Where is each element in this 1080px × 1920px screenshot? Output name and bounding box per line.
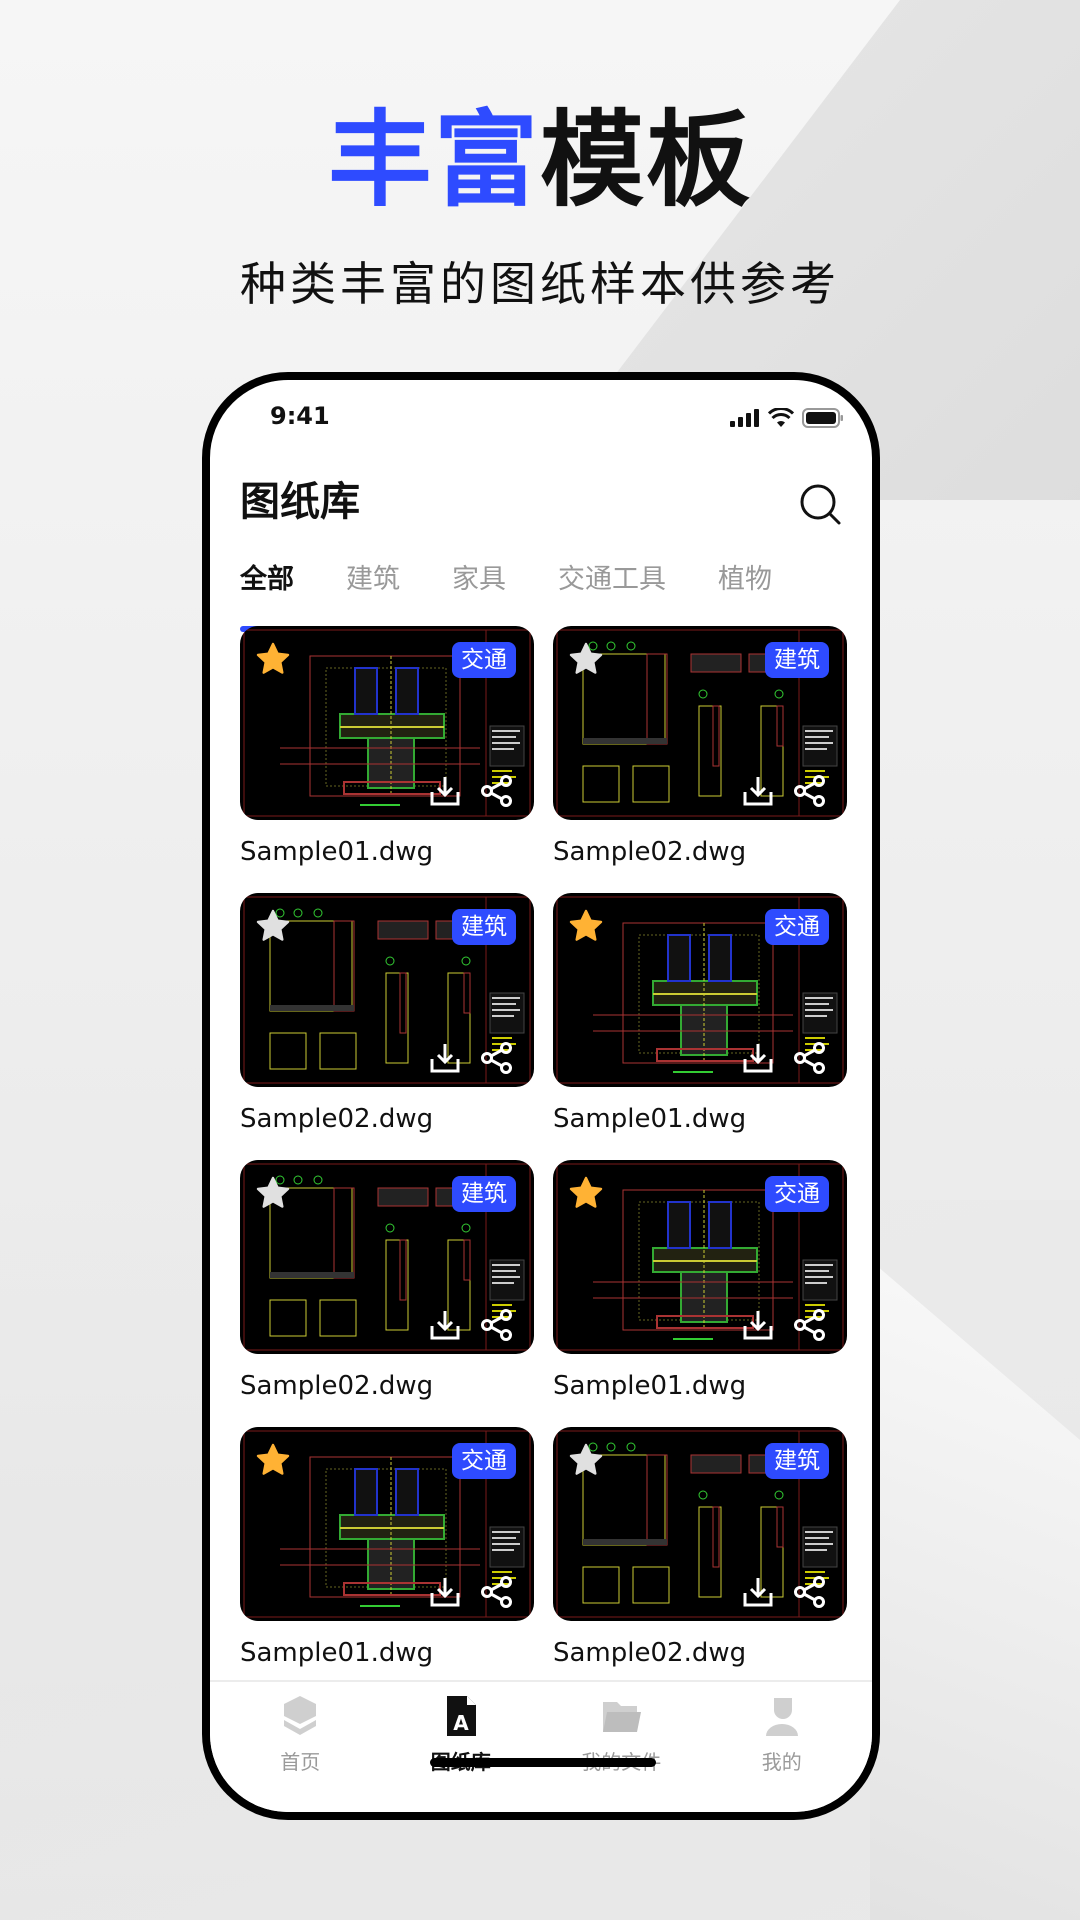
file-name: Sample01.dwg <box>240 837 434 867</box>
layers-icon <box>284 1696 317 1735</box>
tab-1[interactable]: 建筑 <box>346 560 400 620</box>
file-name: Sample02.dwg <box>240 1104 434 1134</box>
file-name: Sample01.dwg <box>240 1638 434 1668</box>
star-outline-icon[interactable] <box>254 907 292 945</box>
share-icon[interactable] <box>793 774 827 808</box>
cellular-signal-icon <box>730 409 759 427</box>
drawing-thumbnail[interactable]: 建筑 <box>240 893 534 1087</box>
share-icon[interactable] <box>480 1575 514 1609</box>
svg-text:A: A <box>453 1711 469 1735</box>
home-indicator[interactable] <box>430 1758 656 1767</box>
tabbar-label: 我的 <box>761 1750 802 1774</box>
tabbar-item-0[interactable]: 首页 <box>225 1694 375 1775</box>
tab-3[interactable]: 交通工具 <box>558 560 666 620</box>
status-time: 9:41 <box>270 402 330 430</box>
tabbar-item-3[interactable]: 我的 <box>707 1694 857 1775</box>
battery-icon <box>802 408 843 428</box>
category-badge: 交通 <box>452 642 516 678</box>
file-name: Sample01.dwg <box>553 1104 747 1134</box>
drawing-card[interactable]: 交通 Sample01.dwg <box>240 1427 534 1694</box>
file-name: Sample02.dwg <box>553 1638 747 1668</box>
user-icon <box>765 1698 798 1736</box>
share-icon[interactable] <box>480 1041 514 1075</box>
file-name: Sample02.dwg <box>553 837 747 867</box>
page-title: 图纸库 <box>240 479 360 525</box>
tab-4[interactable]: 植物 <box>718 560 772 620</box>
drawing-card[interactable]: 建筑 Sample02.dwg <box>553 1427 847 1694</box>
phone-frame: 9:41 图纸库 全部 建筑 家具 交通工具 植物 交通 Sample01.dw… <box>202 372 880 1820</box>
download-icon[interactable] <box>428 1575 462 1609</box>
download-icon[interactable] <box>428 1308 462 1342</box>
drawing-thumbnail[interactable]: 建筑 <box>240 1160 534 1354</box>
category-badge: 交通 <box>452 1443 516 1479</box>
share-icon[interactable] <box>480 1308 514 1342</box>
drawing-card[interactable]: 交通 Sample01.dwg <box>553 1160 847 1427</box>
drawing-card[interactable]: 建筑 Sample02.dwg <box>240 893 534 1160</box>
drawing-card[interactable]: 建筑 Sample02.dwg <box>240 1160 534 1427</box>
folder-icon <box>603 1702 642 1732</box>
category-badge: 建筑 <box>452 1176 516 1212</box>
category-badge: 交通 <box>765 1176 829 1212</box>
file-name: Sample01.dwg <box>553 1371 747 1401</box>
drawing-grid: 交通 Sample01.dwg 建筑 Sample02.dwg 建筑 Sample02.d… <box>240 626 847 1694</box>
file-name: Sample02.dwg <box>240 1371 434 1401</box>
category-badge: 交通 <box>765 909 829 945</box>
star-filled-icon[interactable] <box>254 640 292 678</box>
drawing-thumbnail[interactable]: 交通 <box>553 893 847 1087</box>
tab-2[interactable]: 家具 <box>452 560 506 620</box>
drawing-thumbnail[interactable]: 交通 <box>240 1427 534 1621</box>
download-icon[interactable] <box>428 774 462 808</box>
star-filled-icon[interactable] <box>567 1174 605 1212</box>
drawing-thumbnail[interactable]: 建筑 <box>553 1427 847 1621</box>
search-icon[interactable] <box>798 482 842 526</box>
download-icon[interactable] <box>741 1308 775 1342</box>
tab-0[interactable]: 全部 <box>240 560 294 632</box>
star-filled-icon[interactable] <box>254 1441 292 1479</box>
status-bar: 9:41 <box>210 402 872 442</box>
wifi-icon <box>768 408 794 427</box>
share-icon[interactable] <box>793 1575 827 1609</box>
hero-title-highlight: 丰富 <box>327 98 540 221</box>
download-icon[interactable] <box>741 774 775 808</box>
category-tabs: 全部 建筑 家具 交通工具 植物 <box>240 560 842 632</box>
star-outline-icon[interactable] <box>567 640 605 678</box>
category-badge: 建筑 <box>765 1443 829 1479</box>
drawing-file-icon: A <box>446 1696 476 1736</box>
download-icon[interactable] <box>428 1041 462 1075</box>
drawing-thumbnail[interactable]: 交通 <box>240 626 534 820</box>
share-icon[interactable] <box>793 1041 827 1075</box>
category-badge: 建筑 <box>765 642 829 678</box>
drawing-card[interactable]: 建筑 Sample02.dwg <box>553 626 847 893</box>
drawing-thumbnail[interactable]: 建筑 <box>553 626 847 820</box>
star-filled-icon[interactable] <box>567 907 605 945</box>
hero-title-rest: 模板 <box>540 98 753 221</box>
hero-title: 丰富模板 <box>0 100 1080 220</box>
download-icon[interactable] <box>741 1575 775 1609</box>
share-icon[interactable] <box>793 1308 827 1342</box>
share-icon[interactable] <box>480 774 514 808</box>
hero-subtitle: 种类丰富的图纸样本供参考 <box>240 257 840 311</box>
drawing-card[interactable]: 交通 Sample01.dwg <box>553 893 847 1160</box>
star-outline-icon[interactable] <box>254 1174 292 1212</box>
download-icon[interactable] <box>741 1041 775 1075</box>
bottom-tab-bar: 首页A图纸库我的文件我的 <box>210 1680 872 1812</box>
drawing-card[interactable]: 交通 Sample01.dwg <box>240 626 534 893</box>
category-badge: 建筑 <box>452 909 516 945</box>
app-header: 图纸库 <box>240 472 842 532</box>
drawing-thumbnail[interactable]: 交通 <box>553 1160 847 1354</box>
star-outline-icon[interactable] <box>567 1441 605 1479</box>
tabbar-label: 首页 <box>280 1750 321 1774</box>
